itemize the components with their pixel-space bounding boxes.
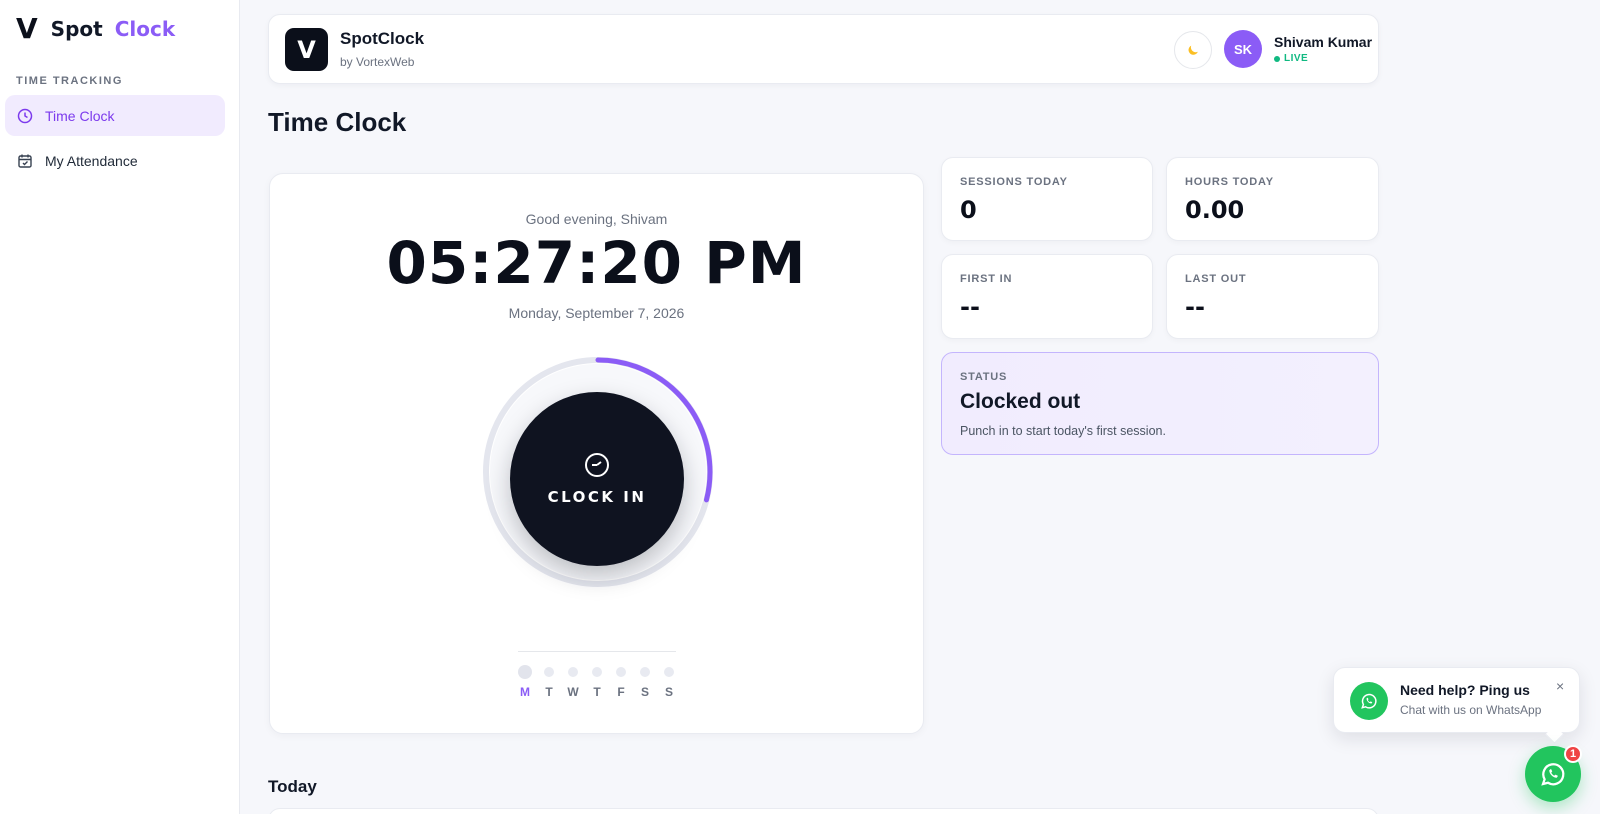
week-day-dot: [592, 667, 602, 677]
moon-icon: [1188, 45, 1198, 55]
close-icon[interactable]: ×: [1556, 678, 1564, 694]
app-name: SpotClock: [340, 29, 425, 48]
whatsapp-subtitle: Chat with us on WhatsApp: [1400, 703, 1542, 717]
status-label: STATUS: [960, 371, 1008, 383]
week-day: T: [585, 667, 609, 699]
stat-last-out: LAST OUT --: [1166, 254, 1379, 339]
week-indicator: M TWT F S S: [513, 665, 681, 699]
whatsapp-title: Need help? Ping us: [1400, 682, 1530, 698]
current-date: Monday, September 7, 2026: [508, 305, 685, 321]
week-day-dot: [544, 667, 554, 677]
current-time: 05:27:20 PM: [386, 229, 807, 297]
app-logo: V: [285, 28, 328, 71]
week-day-dot: [568, 667, 578, 677]
live-dot-icon: [1274, 55, 1280, 62]
stat-value: 0: [960, 196, 977, 224]
whatsapp-icon: [1541, 763, 1565, 786]
today-card: [268, 808, 1379, 814]
live-status-badge: LIVE: [1274, 53, 1308, 64]
nav-section-label: TIME TRACKING: [16, 75, 123, 87]
calendar-icon: [18, 154, 32, 168]
sidebar-item-my-attendance[interactable]: My Attendance: [5, 140, 225, 181]
notification-badge: 1: [1564, 745, 1582, 763]
sidebar: V Spot Clock TIME TRACKING Time Clock My…: [0, 0, 240, 814]
stat-label: HOURS TODAY: [1185, 176, 1274, 188]
week-day-dot: [616, 667, 626, 677]
week-day: M: [513, 665, 537, 699]
week-day-dot: [640, 667, 650, 677]
stat-value: --: [960, 293, 980, 321]
sidebar-item-time-clock[interactable]: Time Clock: [5, 95, 225, 136]
clock-card: Good evening, Shivam 05:27:20 PM Monday,…: [269, 173, 924, 734]
week-day: W: [561, 667, 585, 699]
week-day: S: [657, 667, 681, 699]
stat-value: 0.00: [1185, 196, 1245, 224]
week-day: T: [537, 667, 561, 699]
clock-in-button[interactable]: CLOCK IN: [510, 392, 684, 566]
theme-toggle-button[interactable]: [1174, 31, 1212, 69]
clock-icon: [585, 453, 609, 477]
user-name: Shivam Kumar: [1274, 34, 1373, 50]
week-day-label: W: [567, 685, 579, 699]
week-day-label: S: [640, 685, 649, 699]
week-day-dot: [518, 665, 532, 679]
week-divider: [518, 651, 676, 652]
stat-label: FIRST IN: [960, 273, 1013, 285]
stat-label: SESSIONS TODAY: [960, 176, 1068, 188]
status-card: STATUS Clocked out Punch in to start tod…: [941, 352, 1379, 455]
brand-logo[interactable]: V Spot Clock: [16, 14, 175, 44]
whatsapp-icon: [1350, 682, 1388, 720]
stat-value: --: [1185, 293, 1205, 321]
week-day: S: [633, 667, 657, 699]
status-hint: Punch in to start today's first session.: [960, 424, 1166, 438]
stat-sessions-today: SESSIONS TODAY 0: [941, 157, 1153, 241]
sidebar-item-label: My Attendance: [45, 152, 138, 169]
week-day-label: S: [664, 685, 673, 699]
week-day: F: [609, 667, 633, 699]
stat-first-in: FIRST IN --: [941, 254, 1153, 339]
week-day-label: F: [617, 685, 625, 699]
week-day-label: M: [520, 685, 530, 699]
week-day-label: T: [593, 685, 601, 699]
clock-icon: [17, 108, 33, 123]
stat-label: LAST OUT: [1185, 273, 1247, 285]
app-subtitle: by VortexWeb: [340, 55, 415, 69]
greeting: Good evening, Shivam: [525, 211, 668, 227]
live-label: LIVE: [1284, 53, 1309, 64]
brand-name-clock: Clock: [114, 17, 176, 41]
week-day-label: T: [545, 685, 553, 699]
whatsapp-help-popup[interactable]: Need help? Ping us Chat with us on Whats…: [1333, 667, 1580, 733]
page-title: Time Clock: [268, 107, 407, 137]
clock-in-label: CLOCK IN: [547, 488, 647, 506]
status-value: Clocked out: [960, 390, 1081, 413]
brand-name-spot: Spot: [50, 17, 103, 41]
stat-hours-today: HOURS TODAY 0.00: [1166, 157, 1379, 241]
top-header: V SpotClock by VortexWeb SK Shivam Kumar…: [268, 14, 1379, 84]
brand-mark: V: [16, 12, 38, 45]
today-section-title: Today: [268, 777, 317, 796]
sidebar-item-label: Time Clock: [45, 107, 115, 124]
week-day-dot: [664, 667, 674, 677]
avatar[interactable]: SK: [1224, 30, 1262, 68]
